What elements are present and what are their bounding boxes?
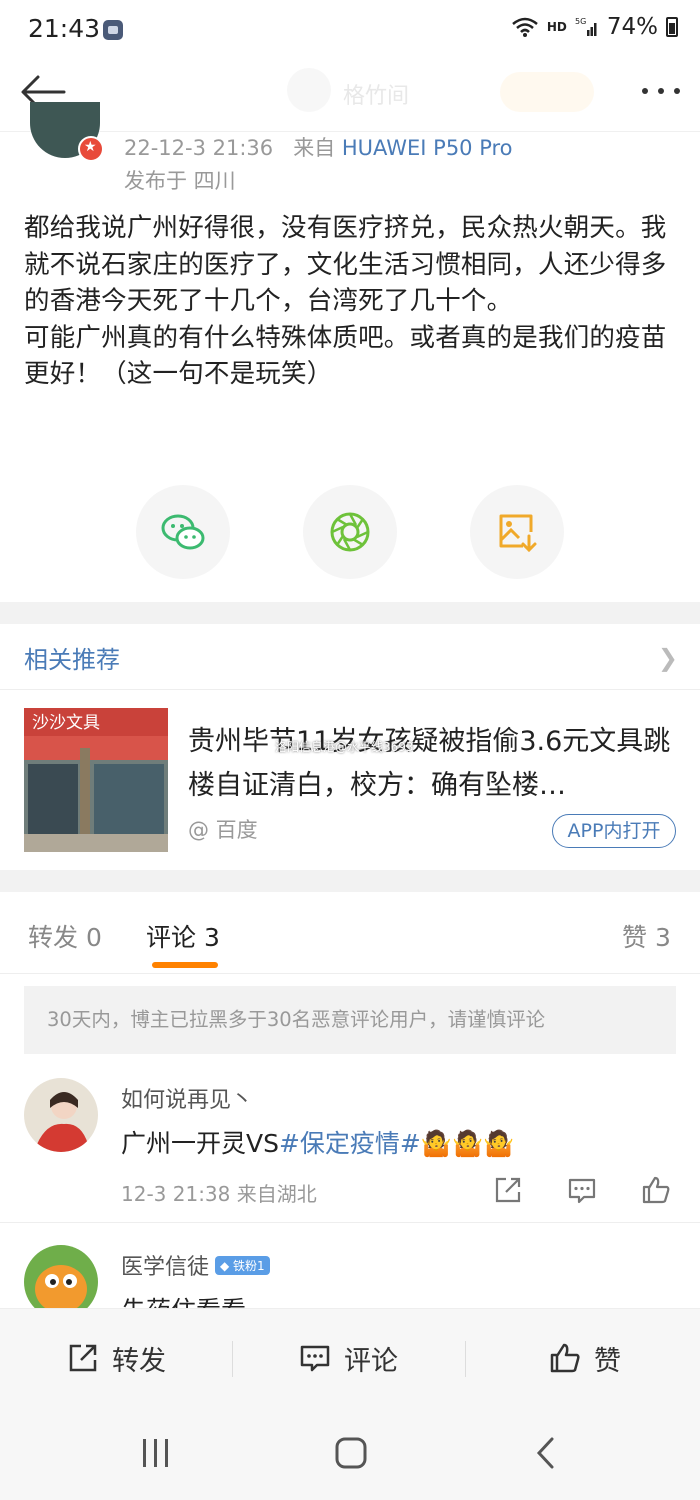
tab-comment[interactable]: 评论 3 bbox=[146, 918, 220, 954]
comment-like-icon[interactable] bbox=[640, 1174, 672, 1206]
status-bar: 21:43 HD 5G 74% bbox=[0, 0, 700, 60]
status-time: 21:43 bbox=[28, 14, 101, 43]
comment-text: 先药住看看 bbox=[121, 1291, 246, 1308]
comment-meta: 12-3 21:38 来自湖北 bbox=[121, 1182, 317, 1206]
section-divider bbox=[0, 870, 700, 892]
notification-app-icon bbox=[103, 20, 123, 40]
verified-badge-icon bbox=[78, 136, 104, 162]
related-title: 相关推荐 bbox=[24, 646, 120, 674]
nav-username[interactable]: 格竹间 bbox=[343, 78, 409, 110]
related-header[interactable]: 相关推荐 ❯ bbox=[0, 624, 700, 690]
comment-item: 如何说再见丶 广州一开灵VS#保定疫情#🤷🤷🤷 12-3 21:38 来自湖北 bbox=[0, 1078, 700, 1223]
system-nav-bar bbox=[0, 1406, 700, 1500]
comment-item: 医学信徒 ◆ 铁粉1 先药住看看 bbox=[0, 1245, 700, 1308]
nav-avatar[interactable] bbox=[287, 68, 331, 112]
comment-label: 评论 bbox=[344, 1345, 398, 1377]
comment-notice: 30天内，博主已拉黑多于30名恶意评论用户，请谨慎评论 bbox=[24, 986, 676, 1054]
recent-apps-icon[interactable] bbox=[140, 1436, 172, 1470]
comment-reply-icon[interactable] bbox=[566, 1174, 598, 1206]
related-thumbnail: 沙沙文具 bbox=[24, 708, 168, 852]
repost-label: 转发 bbox=[112, 1345, 166, 1377]
save-image-button[interactable] bbox=[470, 485, 564, 579]
post-time: 22-12-3 21:36 bbox=[124, 136, 274, 160]
comment-share-icon[interactable] bbox=[492, 1174, 524, 1206]
like-label: 赞 bbox=[594, 1345, 621, 1377]
comment-emoji: 🤷🤷🤷 bbox=[420, 1129, 515, 1158]
action-divider bbox=[232, 1341, 233, 1377]
nav-follow-button[interactable] bbox=[500, 72, 594, 112]
top-nav: 格竹间 bbox=[0, 60, 700, 132]
comment-button[interactable]: 评论 bbox=[298, 1309, 398, 1407]
action-divider bbox=[465, 1341, 466, 1377]
tab-like[interactable]: 赞 3 bbox=[622, 918, 671, 954]
open-in-app-button[interactable]: APP内打开 bbox=[552, 814, 676, 848]
post-from-label: 来自 bbox=[293, 136, 336, 160]
like-icon bbox=[550, 1343, 580, 1373]
post-meta: 22-12-3 21:36 来自 HUAWEI P50 Pro bbox=[124, 132, 513, 162]
share-wechat-button[interactable] bbox=[136, 485, 230, 579]
active-tab-indicator bbox=[152, 962, 218, 968]
battery-percent: 74% bbox=[606, 14, 658, 40]
chevron-right-icon: ❯ bbox=[657, 644, 678, 672]
save-image-icon bbox=[499, 514, 537, 553]
thumb-sign-text: 沙沙文具 bbox=[32, 713, 100, 733]
interaction-tabs: 转发 0 评论 3 赞 3 bbox=[0, 892, 700, 974]
comment-actions bbox=[492, 1174, 672, 1206]
post-body: 都给我说广州好得很，没有医疗挤兑，民众热火朝天。我就不说石家庄的医疗了，文化生活… bbox=[24, 210, 676, 393]
repost-icon bbox=[69, 1344, 97, 1372]
comment-text-prefix: 广州一开灵VS bbox=[121, 1129, 279, 1158]
watermark: 洛阳信息港@水平线3693 bbox=[275, 740, 414, 754]
bottom-action-bar: 转发 评论 赞 bbox=[0, 1308, 700, 1406]
battery-icon bbox=[666, 17, 678, 37]
commenter-name-row: 医学信徒 ◆ 铁粉1 bbox=[121, 1249, 270, 1281]
wifi-icon bbox=[512, 17, 538, 37]
section-divider bbox=[0, 602, 700, 624]
comment-icon bbox=[300, 1345, 330, 1372]
svg-text:5G: 5G bbox=[575, 17, 586, 26]
status-indicators: HD 5G 74% bbox=[511, 14, 678, 40]
share-moments-button[interactable] bbox=[303, 485, 397, 579]
comment-hashtag[interactable]: #保定疫情# bbox=[279, 1129, 421, 1158]
hd-label: HD bbox=[546, 20, 567, 34]
commenter-name[interactable]: 如何说再见丶 bbox=[121, 1082, 253, 1114]
commenter-avatar[interactable] bbox=[24, 1078, 98, 1152]
share-row bbox=[0, 485, 700, 580]
like-button[interactable]: 赞 bbox=[548, 1309, 621, 1407]
signal-icon: 5G bbox=[575, 17, 597, 36]
system-back-icon[interactable] bbox=[532, 1436, 560, 1470]
tab-repost[interactable]: 转发 0 bbox=[28, 918, 102, 954]
post-paragraph: 都给我说广州好得很，没有医疗挤兑，民众热火朝天。我就不说石家庄的医疗了，文化生活… bbox=[24, 213, 667, 316]
repost-button[interactable]: 转发 bbox=[66, 1309, 166, 1407]
wechat-icon bbox=[161, 514, 205, 550]
comment-text: 广州一开灵VS#保定疫情#🤷🤷🤷 bbox=[121, 1124, 514, 1160]
commenter-avatar[interactable] bbox=[24, 1245, 98, 1308]
post-device[interactable]: HUAWEI P50 Pro bbox=[342, 136, 513, 160]
post-location: 发布于 四川 bbox=[124, 169, 236, 193]
commenter-name[interactable]: 医学信徒 bbox=[121, 1255, 209, 1280]
more-options-icon[interactable] bbox=[642, 88, 680, 94]
moments-icon bbox=[330, 512, 370, 552]
post-paragraph: 可能广州真的有什么特殊体质吧。或者真的是我们的疫苗更好！（这一句不是玩笑） bbox=[24, 322, 667, 390]
fan-badge: ◆ 铁粉1 bbox=[215, 1256, 270, 1275]
related-headline[interactable]: 贵州毕节11岁女孩疑被指偷3.6元文具跳楼自证清白，校方：确有坠楼… bbox=[188, 720, 678, 808]
post-header: 22-12-3 21:36 来自 HUAWEI P50 Pro 发布于 四川 bbox=[0, 102, 700, 202]
related-source: @ 百度 bbox=[188, 818, 258, 842]
home-icon[interactable] bbox=[334, 1436, 368, 1470]
related-card[interactable]: 沙沙文具 贵州毕节11岁女孩疑被指偷3.6元文具跳楼自证清白，校方：确有坠楼… … bbox=[0, 690, 700, 870]
